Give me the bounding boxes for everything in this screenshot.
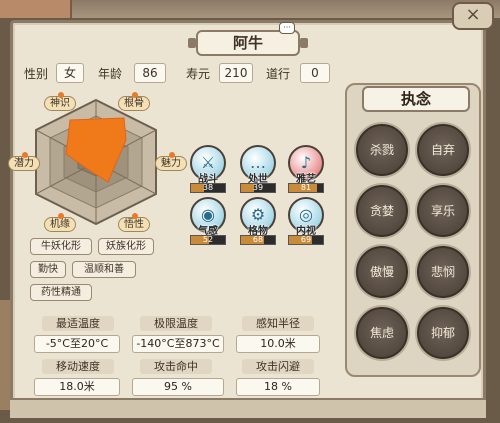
attr-dot [132, 213, 138, 219]
skill-value: 52 [202, 235, 214, 244]
gender-value: 女 [56, 63, 84, 83]
attr-gengu[interactable]: 根骨 [118, 92, 150, 111]
skill-item[interactable]: ◎ 内视 69 [284, 197, 328, 255]
trait-tag[interactable]: 妖族化形 [98, 238, 154, 255]
obsession-title: 执念 [362, 86, 470, 112]
close-icon: × [465, 4, 481, 25]
lifespan-value: 210 [219, 63, 253, 83]
skill-value: 38 [202, 183, 214, 192]
skill-item[interactable]: ⚔ 战斗 38 [186, 145, 230, 203]
obsession-button[interactable]: 贪婪 [356, 185, 408, 237]
skill-item[interactable]: ◉ 气感 52 [186, 197, 230, 255]
move-label: 移动速度 [42, 359, 114, 374]
attr-jiyuan-label: 机缘 [50, 219, 70, 230]
trait-tag[interactable]: 温顺和善 [72, 261, 136, 278]
obsession-button[interactable]: 杀戮 [356, 124, 408, 176]
trait-tag[interactable]: 勤快 [30, 261, 66, 278]
skill-value: 69 [300, 235, 312, 244]
attr-dot [22, 152, 28, 158]
attr-wuxing-label: 悟性 [124, 219, 144, 230]
dao-label: 道行 [266, 67, 291, 81]
attr-dot [132, 92, 138, 98]
obsession-button[interactable]: 傲慢 [356, 246, 408, 298]
attr-wuxing[interactable]: 悟性 [118, 213, 150, 232]
top-strip [0, 0, 500, 18]
dao-value: 0 [300, 63, 330, 83]
hit-label: 攻击命中 [140, 359, 212, 374]
top-decor [0, 0, 72, 18]
attr-jiyuan[interactable]: 机缘 [44, 213, 76, 232]
skill-value: 81 [300, 183, 312, 192]
limit-temp-label: 极限温度 [140, 316, 212, 331]
dodge-value: 18 % [236, 378, 320, 396]
attr-dot [169, 152, 175, 158]
obsession-button[interactable]: 自弃 [417, 124, 469, 176]
obsession-button[interactable]: 享乐 [417, 185, 469, 237]
attr-meili[interactable]: 魅力 [155, 152, 187, 171]
attr-dot [58, 213, 64, 219]
hit-value: 95 % [132, 378, 224, 396]
attr-qianli-label: 潜力 [14, 158, 34, 169]
sense-label: 感知半径 [242, 316, 314, 331]
skill-value: 68 [252, 235, 264, 244]
best-temp-label: 最适温度 [42, 316, 114, 331]
obsession-button[interactable]: 悲悯 [417, 246, 469, 298]
skill-value: 39 [252, 183, 264, 192]
attr-gengu-label: 根骨 [124, 98, 144, 109]
obsession-button[interactable]: 焦虑 [356, 307, 408, 359]
limit-temp-value: -140°C至873°C [132, 335, 224, 353]
move-value: 18.0米 [34, 378, 120, 396]
best-temp-value: -5°C至20°C [34, 335, 120, 353]
sense-value: 10.0米 [236, 335, 320, 353]
obsession-button[interactable]: 抑郁 [417, 307, 469, 359]
age-value: 86 [134, 63, 166, 83]
dodge-label: 攻击闪避 [242, 359, 314, 374]
close-button[interactable]: × [452, 2, 494, 30]
trait-tag[interactable]: 药性精通 [30, 284, 92, 301]
lifespan-label: 寿元 [186, 67, 211, 81]
age-label: 年龄 [98, 67, 123, 81]
gender-label: 性别 [24, 67, 49, 81]
attr-shenshi-label: 神识 [50, 98, 70, 109]
skill-item[interactable]: ⚙ 格物 68 [236, 197, 280, 255]
attr-shenshi[interactable]: 神识 [44, 92, 76, 111]
panel-footer [10, 398, 486, 418]
trait-tag[interactable]: 牛妖化形 [30, 238, 92, 255]
skill-item[interactable]: ♪ 雅艺 81 [284, 145, 328, 203]
attr-dot [58, 92, 64, 98]
chat-icon[interactable]: ··· [279, 22, 295, 34]
attr-qianli[interactable]: 潜力 [8, 152, 40, 171]
skill-item[interactable]: … 处世 39 [236, 145, 280, 203]
attr-meili-label: 魅力 [161, 158, 181, 169]
